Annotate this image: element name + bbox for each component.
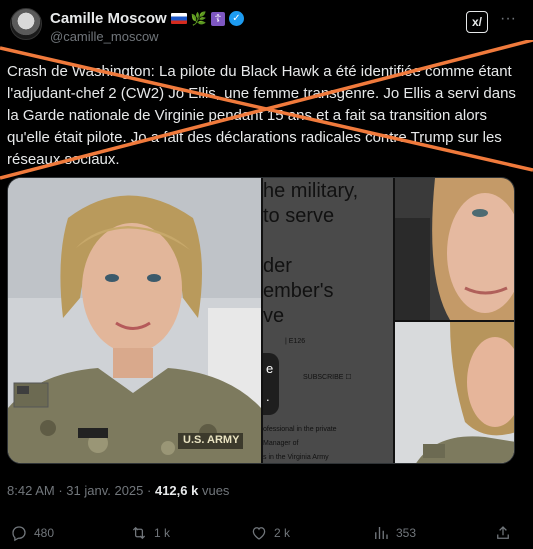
popup-text: e [266, 361, 274, 376]
author-handle[interactable]: @camille_moscow [50, 29, 159, 44]
article-line: to serve [263, 205, 335, 227]
verified-icon[interactable]: ✓ [228, 11, 244, 26]
views-button[interactable]: 353 [372, 524, 416, 542]
repost-button[interactable]: 1 k [130, 524, 170, 542]
article-small-line: s in the Virginia Army [263, 454, 329, 461]
reply-icon [12, 526, 26, 542]
action-bar: 480 1 k 2 k 353 [0, 524, 533, 548]
media-grid[interactable]: U.S. ARMY he military, to serve der embe… [7, 177, 515, 464]
author-name[interactable]: Camille Moscow [50, 10, 167, 27]
author-name-row: Camille Moscow 🌿 ☦ ✓ [50, 10, 244, 27]
views-action-count: 353 [396, 526, 417, 540]
article-small-line: ofessional in the private [263, 426, 337, 433]
article-subscribe: SUBSCRIBE ☐ [303, 374, 352, 381]
tweet-meta: 8:42 AM · 31 janv. 2025 · 412,6 k vues [7, 483, 230, 498]
orthodox-cross-icon: ☦ [210, 11, 225, 26]
article-small-line: Manager of [263, 440, 299, 447]
tweet-date[interactable]: 31 janv. 2025 [66, 483, 143, 498]
photo-article-screenshot[interactable]: he military, to serve der ember's ve | E… [263, 178, 393, 463]
views-count: 412,6 k [154, 483, 199, 498]
russia-flag-icon [170, 13, 187, 24]
like-count: 2 k [274, 526, 291, 540]
army-patch-label: U.S. ARMY [183, 434, 240, 446]
photo-selfie-uniform[interactable] [395, 322, 514, 463]
tweet-time[interactable]: 8:42 AM [7, 483, 55, 498]
sprig-icon: 🌿 [190, 10, 207, 26]
tweet-text: Crash de Washington: La pilote du Black … [7, 63, 516, 168]
photo-soldier-portrait[interactable]: U.S. ARMY [8, 178, 261, 463]
share-button[interactable] [494, 524, 512, 542]
bar-chart-icon [375, 527, 388, 539]
selfie-illustration [395, 178, 514, 320]
portrait-illustration [8, 178, 261, 463]
article-line: ve [263, 305, 285, 327]
article-line: der [263, 255, 292, 277]
grok-icon[interactable]: x/ [466, 11, 488, 33]
reply-count: 480 [34, 526, 55, 540]
author-avatar[interactable] [10, 8, 42, 40]
article-popup: e . [263, 353, 279, 415]
reply-button[interactable]: 480 [10, 524, 54, 542]
repost-icon [132, 526, 146, 540]
photo-selfie-car[interactable] [395, 178, 514, 320]
popup-text: . [266, 389, 270, 404]
article-line: he military, [263, 180, 359, 202]
article-meta: | E126 [285, 338, 306, 345]
like-button[interactable]: 2 k [250, 524, 290, 542]
more-options-icon[interactable]: ··· [500, 10, 516, 28]
selfie-uniform-illustration [395, 322, 514, 463]
share-icon [497, 526, 509, 539]
article-line: ember's [263, 280, 334, 302]
repost-count: 1 k [154, 526, 171, 540]
views-label: vues [201, 483, 230, 498]
heart-icon [252, 527, 266, 540]
